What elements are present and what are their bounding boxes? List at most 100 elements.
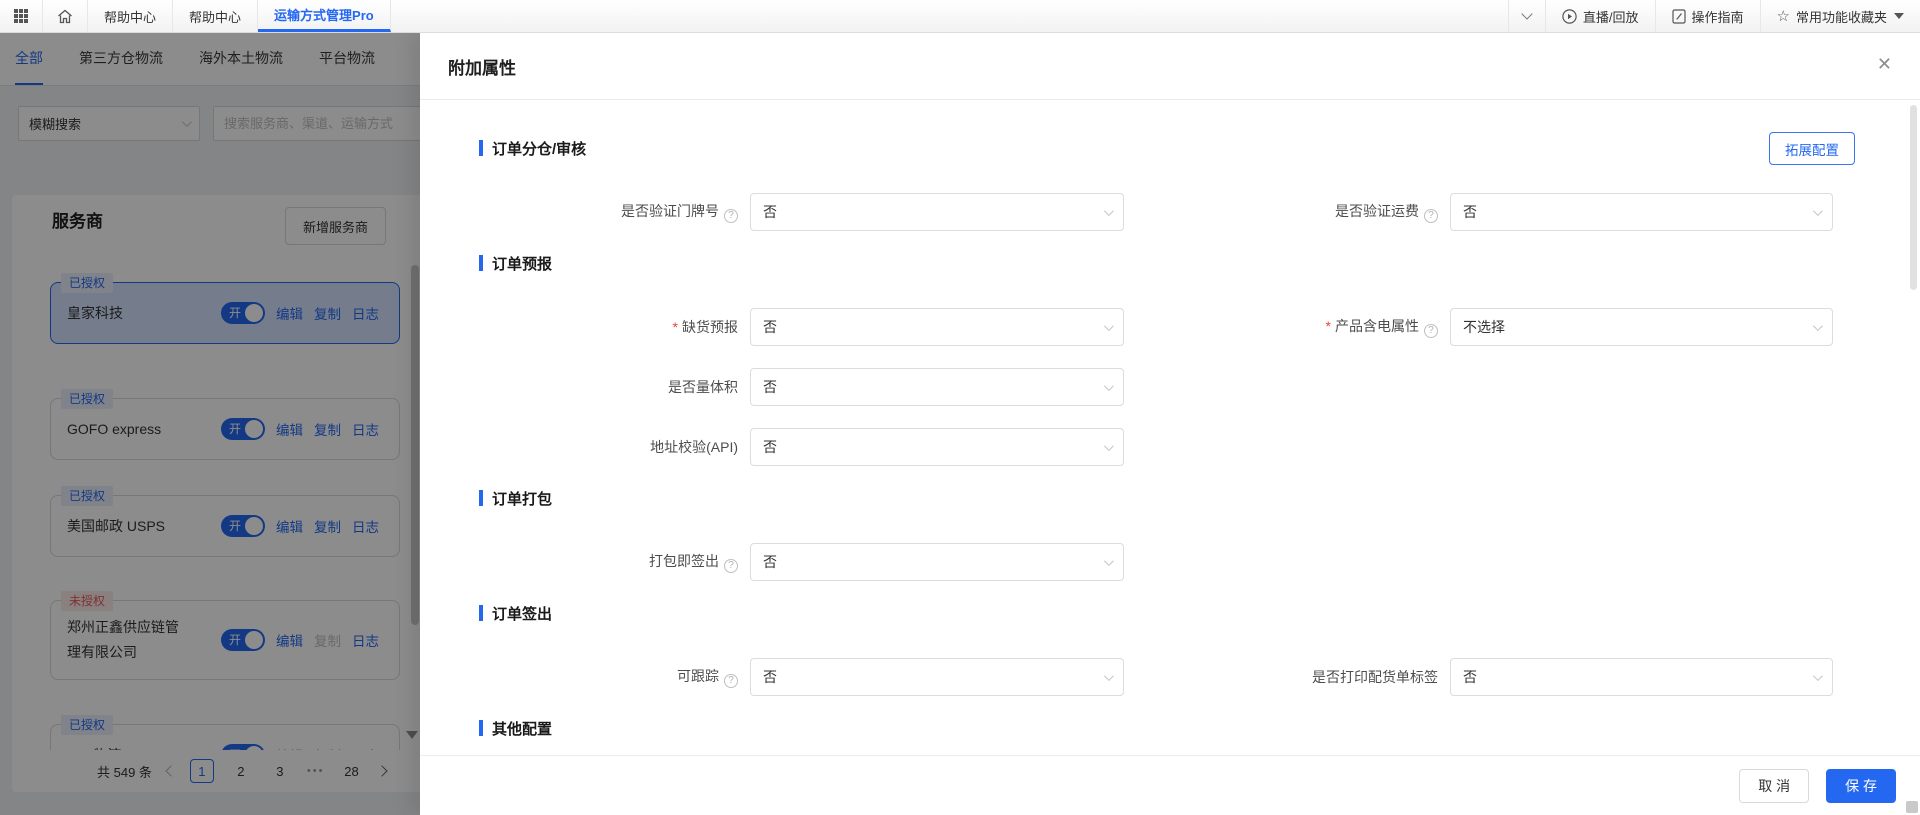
select-value: 否 xyxy=(1463,667,1477,687)
form-row: 可跟踪? 否 是否打印配货单标签 否 xyxy=(420,658,1920,696)
section-bar xyxy=(479,605,483,621)
select-value: 否 xyxy=(763,317,777,337)
home-button[interactable] xyxy=(43,0,88,32)
section-title: 订单预报 xyxy=(479,253,1920,273)
chevron-down-icon xyxy=(1104,441,1114,451)
section-bar xyxy=(479,255,483,271)
chevron-down-icon xyxy=(1813,321,1823,331)
section-title: 订单签出 xyxy=(479,603,1920,623)
section-title-text: 订单分仓/审核 xyxy=(492,138,586,159)
chevron-down-icon xyxy=(1104,206,1114,216)
battery-attribute-select[interactable]: 不选择 xyxy=(1450,308,1833,346)
measure-volume-select[interactable]: 否 xyxy=(750,368,1124,406)
chevron-down-icon xyxy=(1104,381,1114,391)
info-icon[interactable]: ? xyxy=(1424,324,1438,338)
verify-freight-select[interactable]: 否 xyxy=(1450,193,1833,231)
verify-door-select[interactable]: 否 xyxy=(750,193,1124,231)
form-row: 是否量体积 否 xyxy=(420,368,1920,406)
section-bar xyxy=(479,140,483,156)
field-label: 是否验证门牌号? xyxy=(420,201,738,223)
section-bar xyxy=(479,490,483,506)
form-row: 地址校验(API) 否 xyxy=(420,428,1920,466)
form-row: 打包即签出? 否 xyxy=(420,543,1920,581)
field-label: 地址校验(API) xyxy=(420,437,738,457)
home-icon xyxy=(57,9,73,24)
print-label-select[interactable]: 否 xyxy=(1450,658,1833,696)
save-button[interactable]: 保 存 xyxy=(1826,769,1896,803)
info-icon[interactable]: ? xyxy=(724,674,738,688)
star-icon: ☆ xyxy=(1777,9,1790,24)
select-value: 否 xyxy=(763,437,777,457)
scrollbar-corner xyxy=(1906,801,1918,813)
section-order-checkout: 订单签出 可跟踪? 否 是否打印配货单标签 否 xyxy=(420,603,1920,696)
operation-guide-label: 操作指南 xyxy=(1692,7,1744,26)
play-circle-icon xyxy=(1562,9,1577,24)
section-title-text: 订单签出 xyxy=(492,603,552,624)
topbar-tab-help-1[interactable]: 帮助中心 xyxy=(88,0,173,32)
app-screen: 帮助中心 帮助中心 运输方式管理Pro 直播/回放 操作指南 ☆ 常用功能收藏 xyxy=(0,0,1920,815)
topbar-tab-help-2[interactable]: 帮助中心 xyxy=(173,0,258,32)
chevron-down-icon xyxy=(1813,206,1823,216)
chevron-down-icon xyxy=(1104,321,1114,331)
stockout-select[interactable]: 否 xyxy=(750,308,1124,346)
chevron-down-icon xyxy=(1104,556,1114,566)
topbar: 帮助中心 帮助中心 运输方式管理Pro 直播/回放 操作指南 ☆ 常用功能收藏 xyxy=(0,0,1920,33)
select-value: 否 xyxy=(1463,202,1477,222)
cancel-button[interactable]: 取 消 xyxy=(1739,769,1809,803)
grid-icon xyxy=(14,9,28,23)
field-label: 是否验证运费? xyxy=(1124,201,1438,223)
modal-body: 拓展配置 订单分仓/审核 是否验证门牌号? 否 是否验证运费? 否 xyxy=(420,100,1920,755)
caret-down-icon xyxy=(1894,13,1904,19)
expand-config-button[interactable]: 拓展配置 xyxy=(1769,132,1855,165)
required-asterisk: * xyxy=(673,319,678,335)
modal-header: 附加属性 ✕ xyxy=(420,33,1920,100)
live-replay-label: 直播/回放 xyxy=(1583,7,1639,26)
section-order-pack: 订单打包 打包即签出? 否 xyxy=(420,488,1920,581)
section-order-split: 订单分仓/审核 是否验证门牌号? 否 是否验证运费? 否 xyxy=(420,138,1920,231)
pack-checkout-select[interactable]: 否 xyxy=(750,543,1124,581)
section-title: 订单打包 xyxy=(479,488,1920,508)
info-icon[interactable]: ? xyxy=(724,209,738,223)
trackable-select[interactable]: 否 xyxy=(750,658,1124,696)
form-row: *缺货预报 否 *产品含电属性? 不选择 xyxy=(420,308,1920,346)
select-value: 不选择 xyxy=(1463,317,1505,337)
section-title: 其他配置 xyxy=(479,718,1920,738)
chevron-down-icon xyxy=(1104,671,1114,681)
section-title-text: 订单预报 xyxy=(492,253,552,274)
field-label: 是否量体积 xyxy=(420,377,738,397)
modal-scrollbar-thumb[interactable] xyxy=(1910,105,1917,290)
form-row: 是否验证门牌号? 否 是否验证运费? 否 xyxy=(420,193,1920,231)
section-other-config: 其他配置 xyxy=(420,718,1920,738)
section-bar xyxy=(479,720,483,736)
favorites-button[interactable]: ☆ 常用功能收藏夹 xyxy=(1760,0,1920,32)
field-label: *产品含电属性? xyxy=(1124,316,1438,338)
section-order-forecast: 订单预报 *缺货预报 否 *产品含电属性? 不选择 是否量体积 xyxy=(420,253,1920,466)
section-title-text: 订单打包 xyxy=(492,488,552,509)
guide-book-icon xyxy=(1672,9,1686,24)
address-api-select[interactable]: 否 xyxy=(750,428,1124,466)
chevron-down-icon xyxy=(1813,671,1823,681)
section-title-text: 其他配置 xyxy=(492,718,552,739)
info-icon[interactable]: ? xyxy=(1424,209,1438,223)
topbar-right: 直播/回放 操作指南 ☆ 常用功能收藏夹 xyxy=(1508,0,1920,32)
field-label: *缺货预报 xyxy=(420,317,738,337)
live-replay-button[interactable]: 直播/回放 xyxy=(1545,0,1655,32)
additional-attributes-modal: 附加属性 ✕ 拓展配置 订单分仓/审核 是否验证门牌号? 否 是否验证运费? xyxy=(420,33,1920,815)
modal-footer: 取 消 保 存 xyxy=(420,755,1920,815)
chevron-down-icon xyxy=(1521,8,1532,19)
select-value: 否 xyxy=(763,202,777,222)
field-label: 打包即签出? xyxy=(420,551,738,573)
required-asterisk: * xyxy=(1326,318,1331,334)
field-label: 是否打印配货单标签 xyxy=(1124,667,1438,687)
apps-grid-button[interactable] xyxy=(0,0,43,32)
collapse-tabs-button[interactable] xyxy=(1508,0,1545,32)
operation-guide-button[interactable]: 操作指南 xyxy=(1655,0,1760,32)
info-icon[interactable]: ? xyxy=(724,559,738,573)
select-value: 否 xyxy=(763,377,777,397)
select-value: 否 xyxy=(763,552,777,572)
topbar-tab-transport-pro[interactable]: 运输方式管理Pro xyxy=(258,0,391,32)
modal-title: 附加属性 xyxy=(448,54,516,79)
close-icon[interactable]: ✕ xyxy=(1877,55,1892,73)
favorites-label: 常用功能收藏夹 xyxy=(1796,7,1887,26)
select-value: 否 xyxy=(763,667,777,687)
